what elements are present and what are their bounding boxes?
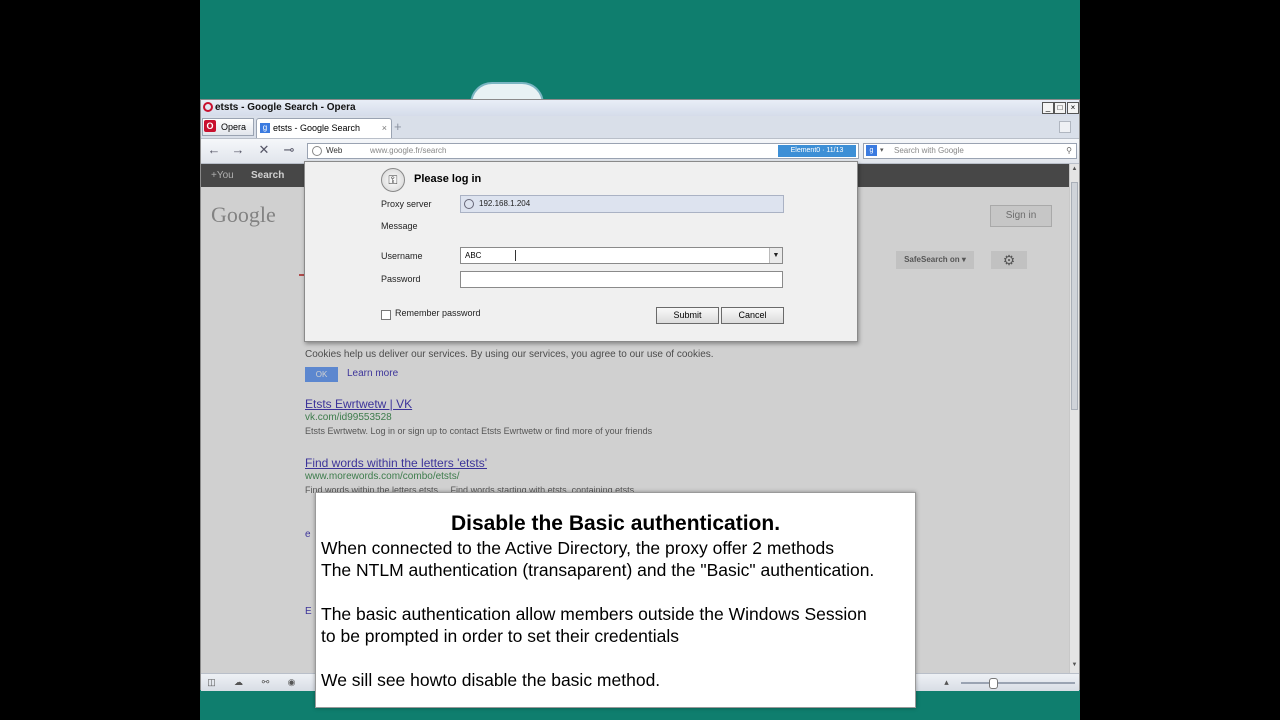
scroll-up-arrow-icon[interactable]: ▲ — [1070, 164, 1079, 174]
opera-menu-label: Opera — [221, 122, 247, 132]
tab-panel-toggle[interactable] — [1059, 121, 1071, 133]
address-bar[interactable]: Web www.google.fr/search Element0 · 11/1… — [307, 143, 859, 159]
zoom-slider-thumb[interactable] — [989, 678, 998, 689]
tab-label: etsts - Google Search — [273, 123, 361, 133]
back-arrow-icon[interactable]: ← — [206, 142, 222, 158]
lock-icon: ⚿ — [381, 168, 405, 192]
caption-line: The basic authentication allow members o… — [321, 604, 867, 624]
camera-icon[interactable]: ◉ — [286, 677, 297, 688]
opera-logo-icon — [203, 102, 213, 112]
page-scrollbar[interactable]: ▲ ▼ — [1069, 164, 1079, 673]
chevron-down-icon[interactable]: ▾ — [880, 144, 884, 158]
username-field[interactable]: ABC ▼ — [460, 247, 783, 264]
tab-close-icon[interactable]: × — [382, 119, 387, 137]
password-label: Password — [381, 274, 421, 284]
remember-password-label: Remember password — [395, 308, 481, 318]
search-input[interactable]: g ▾ Search with Google ⚲ — [863, 143, 1077, 159]
proxy-server-value: 192.168.1.204 — [479, 199, 531, 208]
cancel-button[interactable]: Cancel — [721, 307, 784, 324]
login-dialog: ⚿ Please log in Proxy server 192.168.1.2… — [304, 161, 858, 342]
username-label: Username — [381, 251, 423, 261]
forward-arrow-icon[interactable]: → — [230, 142, 246, 158]
opera-menu-icon: O — [204, 120, 216, 132]
caption-line: When connected to the Active Directory, … — [321, 538, 834, 558]
maximize-button[interactable]: □ — [1054, 102, 1066, 114]
caption-title: Disable the Basic authentication. — [450, 512, 781, 535]
zoom-up-icon[interactable]: ▴ — [941, 677, 952, 688]
opera-menu-button[interactable]: O Opera — [202, 118, 254, 136]
dialog-title: Please log in — [414, 173, 482, 185]
stop-icon[interactable]: ✕ — [256, 142, 272, 158]
scrollbar-thumb[interactable] — [1071, 182, 1078, 410]
message-label: Message — [381, 221, 418, 231]
scroll-down-arrow-icon[interactable]: ▼ — [1070, 660, 1079, 670]
caption-overlay: Disable the Basic authentication. When c… — [315, 492, 916, 708]
window-title: etsts - Google Search - Opera — [215, 102, 356, 113]
tab-google-search[interactable]: g etsts - Google Search × — [256, 118, 392, 138]
tab-bar: O Opera g etsts - Google Search × + — [201, 116, 1079, 139]
caption-line: The NTLM authentication (transaparent) a… — [321, 560, 875, 580]
address-url: www.google.fr/search — [370, 146, 447, 155]
text-cursor — [515, 250, 516, 261]
address-web-badge: Web — [312, 144, 362, 158]
minimize-button[interactable]: _ — [1042, 102, 1054, 114]
proxy-server-label: Proxy server — [381, 199, 432, 209]
caption-line: to be prompted in order to set their cre… — [321, 626, 679, 646]
chevron-down-icon[interactable]: ▼ — [769, 248, 782, 263]
zoom-slider[interactable] — [961, 682, 1075, 684]
title-bar[interactable]: etsts - Google Search - Opera _ □ × — [201, 100, 1079, 116]
submit-button[interactable]: Submit — [656, 307, 719, 324]
search-placeholder: Search with Google — [894, 146, 964, 155]
caption-line: We sill see howto disable the basic meth… — [321, 670, 661, 690]
globe-icon — [312, 145, 322, 156]
google-search-engine-icon[interactable]: g — [866, 145, 877, 156]
element-badge: Element0 · 11/13 — [778, 145, 856, 157]
proxy-server-field: 192.168.1.204 — [460, 195, 784, 213]
password-field[interactable] — [460, 271, 783, 288]
globe-icon — [464, 199, 474, 209]
key-icon[interactable]: ⊸ — [281, 142, 297, 158]
new-tab-button[interactable]: + — [394, 120, 408, 134]
username-value: ABC — [465, 251, 482, 260]
search-icon[interactable]: ⚲ — [1066, 144, 1072, 158]
close-window-button[interactable]: × — [1067, 102, 1079, 114]
panel-toggle-icon[interactable]: ◫ — [206, 677, 217, 688]
cloud-icon[interactable]: ☁ — [233, 677, 244, 688]
remember-password-checkbox[interactable] — [381, 310, 391, 320]
share-icon[interactable]: ⚯ — [260, 677, 271, 688]
google-favicon-icon: g — [260, 123, 270, 133]
